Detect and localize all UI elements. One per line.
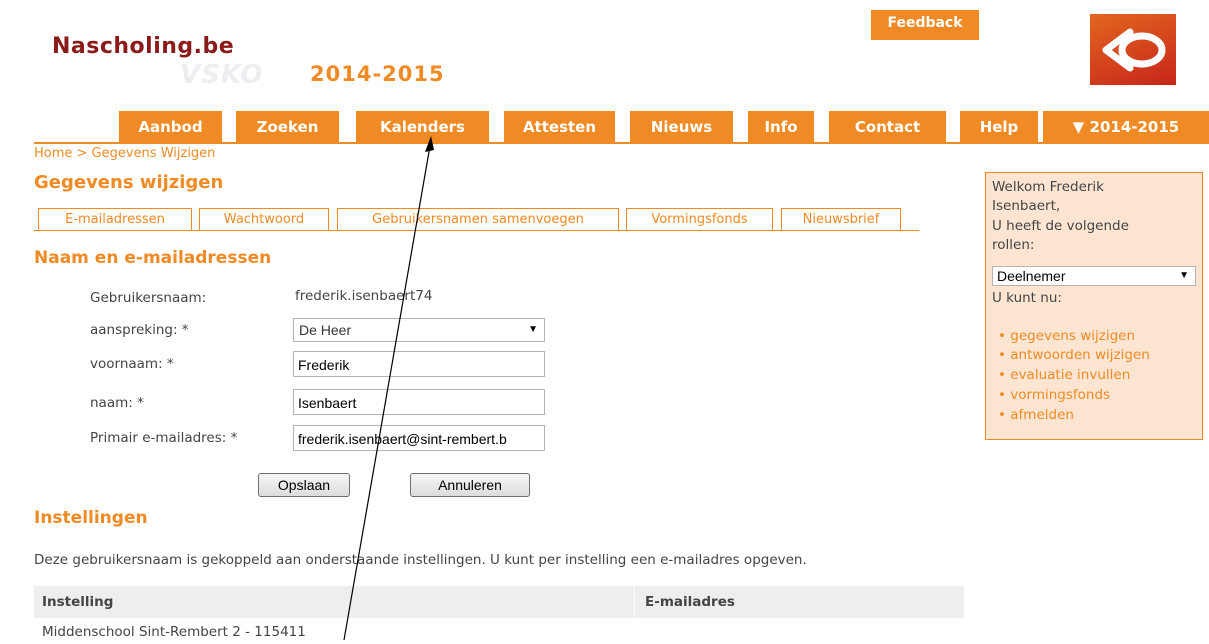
username-value: frederik.isenbaert74 — [295, 288, 433, 304]
cancel-button[interactable]: Annuleren — [410, 473, 530, 497]
nav-help[interactable]: Help — [960, 111, 1038, 143]
welcome-line-1: Welkom Frederik — [992, 179, 1104, 195]
nav-info[interactable]: Info — [748, 111, 814, 143]
roles-line-1: U heeft de volgende — [992, 218, 1129, 234]
email-input[interactable]: frederik.isenbaert@sint-rembert.b — [293, 425, 545, 451]
site-logo[interactable]: Nascholing.be — [52, 34, 234, 59]
save-button[interactable]: Opslaan — [258, 473, 350, 497]
username-label: Gebruikersnaam: — [90, 290, 207, 306]
link-evaluatie-invullen[interactable]: • evaluatie invullen — [998, 367, 1130, 383]
can-now-label: U kunt nu: — [992, 290, 1062, 306]
nav-nieuws[interactable]: Nieuws — [630, 111, 733, 143]
section-title: Naam en e-mailadressen — [34, 248, 272, 268]
chevron-down-icon: ▼ — [1179, 270, 1189, 281]
arrow-loop-icon — [1102, 28, 1166, 72]
link-label[interactable]: gegevens wijzigen — [1010, 328, 1135, 344]
welcome-line-2: Isenbaert, — [992, 198, 1061, 214]
tab-wachtwoord[interactable]: Wachtwoord — [199, 208, 329, 231]
firstname-label: voornaam: * — [90, 356, 174, 372]
link-label[interactable]: vormingsfonds — [1010, 387, 1110, 403]
link-afmelden[interactable]: • afmelden — [998, 407, 1074, 423]
lastname-input[interactable]: Isenbaert — [293, 389, 545, 415]
breadcrumb[interactable]: Home > Gegevens Wijzigen — [34, 146, 215, 161]
link-antwoorden-wijzigen[interactable]: • antwoorden wijzigen — [998, 347, 1150, 363]
nav-underline — [34, 142, 1209, 144]
salutation-label: aanspreking: * — [90, 322, 189, 338]
tab-e-mailadressen[interactable]: E-mailadressen — [38, 208, 192, 231]
nav-kalenders[interactable]: Kalenders — [356, 111, 489, 143]
salutation-select[interactable]: De Heer ▼ — [293, 318, 545, 342]
feedback-button[interactable]: Feedback — [871, 10, 979, 40]
vsko-watermark: VSKO — [180, 60, 264, 90]
email-label: Primair e-mailadres: * — [90, 430, 238, 446]
lastname-label: naam: * — [90, 395, 144, 411]
nav-attesten[interactable]: Attesten — [504, 111, 615, 143]
link-gegevens-wijzigen[interactable]: • gegevens wijzigen — [998, 328, 1135, 344]
roles-line-2: rollen: — [992, 237, 1035, 253]
firstname-input[interactable]: Frederik — [293, 351, 545, 377]
chevron-down-icon: ▼ — [528, 324, 538, 335]
tab-gebruikersnamen-samenvoegen[interactable]: Gebruikersnamen samenvoegen — [337, 208, 619, 231]
tab-vormingsfonds[interactable]: Vormingsfonds — [626, 208, 773, 231]
role-value: Deelnemer — [997, 268, 1066, 284]
nav-aanbod[interactable]: Aanbod — [119, 111, 222, 143]
nav-contact[interactable]: Contact — [829, 111, 946, 143]
col-email-header: E-mailadres — [634, 586, 964, 618]
col-institution-header: Instelling — [34, 586, 634, 618]
institutions-description: Deze gebruikersnaam is gekoppeld aan ond… — [34, 552, 807, 568]
school-year-title: 2014-2015 — [310, 62, 445, 86]
user-panel: Welkom Frederik Isenbaert, U heeft de vo… — [985, 172, 1203, 440]
tab-underline — [34, 230, 919, 231]
salutation-value: De Heer — [299, 322, 352, 338]
brand-logo-icon — [1090, 14, 1176, 85]
page-title: Gegevens wijzigen — [34, 172, 224, 193]
tab-nieuwsbrief[interactable]: Nieuwsbrief — [781, 208, 901, 231]
link-label[interactable]: antwoorden wijzigen — [1010, 347, 1150, 363]
nav-zoeken[interactable]: Zoeken — [236, 111, 339, 143]
nav-year-select[interactable]: ▼ 2014-2015 — [1043, 111, 1209, 143]
link-label[interactable]: evaluatie invullen — [1010, 367, 1130, 383]
role-select[interactable]: Deelnemer ▼ — [992, 266, 1196, 286]
link-label[interactable]: afmelden — [1010, 407, 1074, 423]
table-row: Middenschool Sint-Rembert 2 - 115411 — [42, 624, 306, 640]
link-vormingsfonds[interactable]: • vormingsfonds — [998, 387, 1110, 403]
institutions-title: Instellingen — [34, 508, 148, 528]
